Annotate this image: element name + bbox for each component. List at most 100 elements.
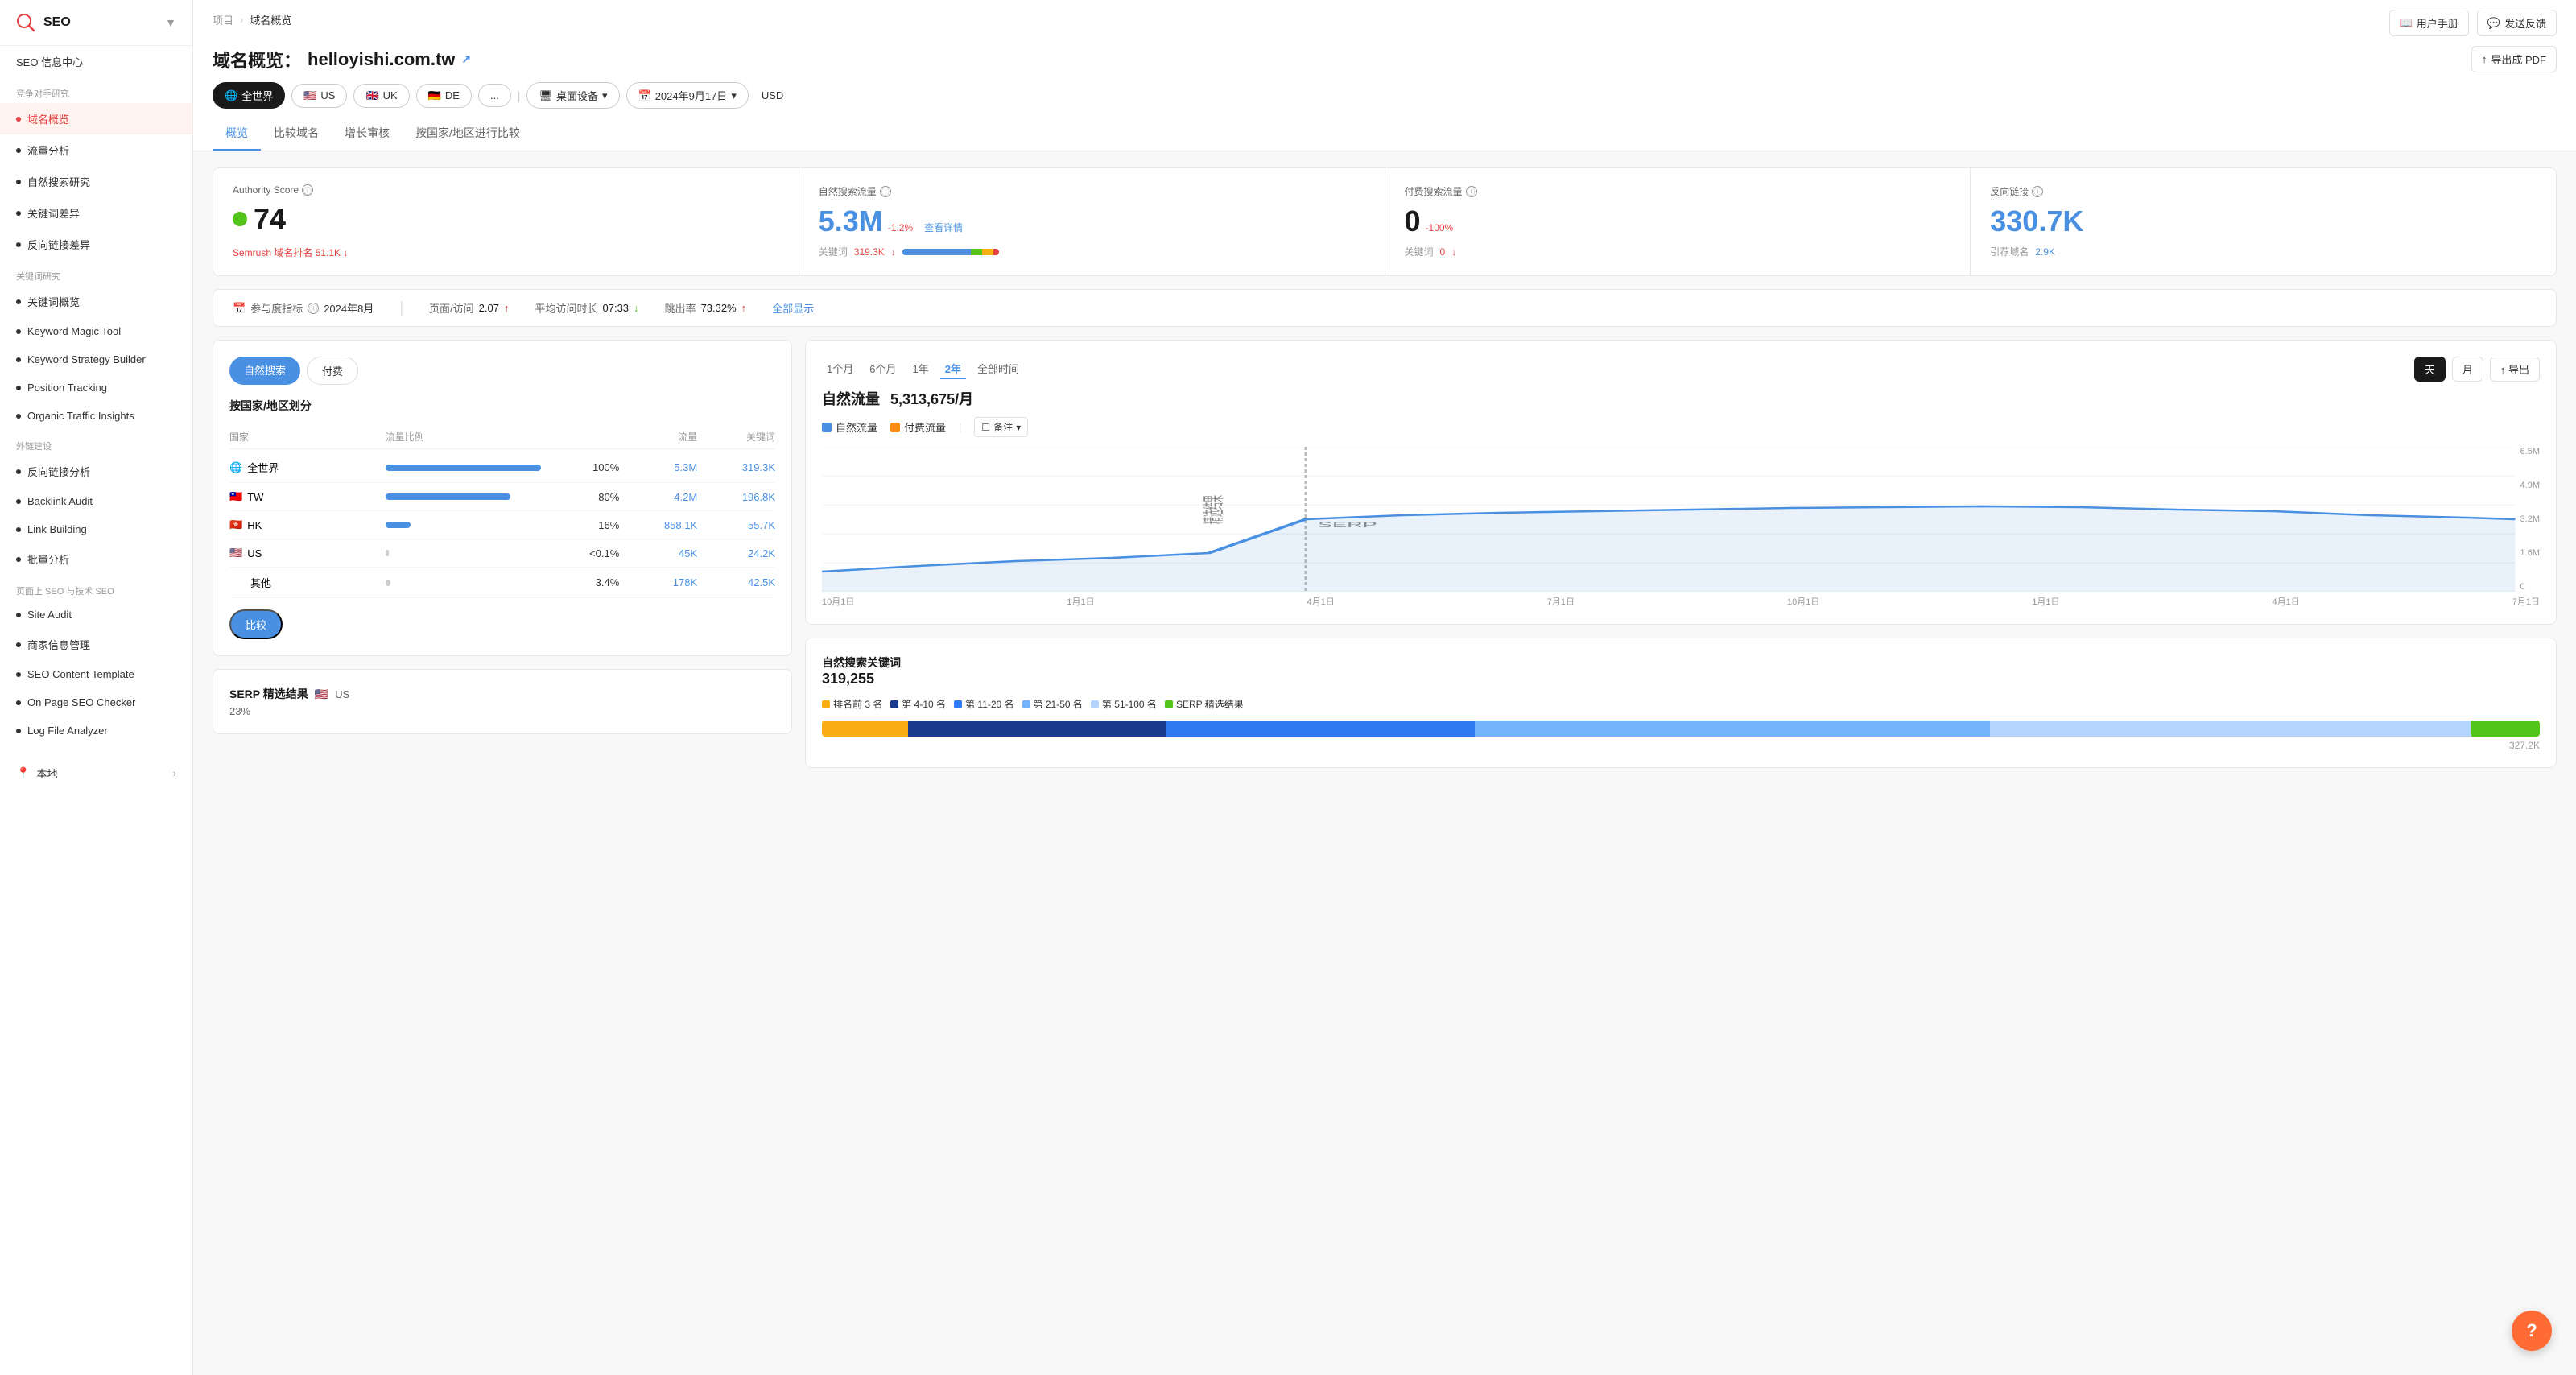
tab-overview[interactable]: 概览: [213, 117, 261, 151]
sidebar-item-backlink-analysis[interactable]: 反向链接分析: [0, 456, 192, 487]
sidebar-item-label: SEO Content Template: [27, 668, 134, 680]
sidebar-item-label: Keyword Magic Tool: [27, 325, 121, 337]
sidebar-item-keyword-overview[interactable]: 关键词概览: [0, 286, 192, 317]
chart-month-button[interactable]: 月: [2452, 357, 2483, 382]
sidebar-item-organic-research[interactable]: 自然搜索研究: [0, 166, 192, 197]
organic-traffic-detail-link[interactable]: 查看详情: [924, 221, 963, 234]
sidebar-item-position-tracking[interactable]: Position Tracking: [0, 374, 192, 402]
pages-per-visit-arrow: ↑: [504, 302, 510, 314]
filter-uk-button[interactable]: 🇬🇧 UK: [353, 84, 409, 108]
main-header: 项目 › 域名概览 📖 用户手册 💬 发送反馈 域名概览： helloyishi…: [193, 0, 2576, 151]
bar-other: [386, 580, 542, 586]
paid-keyword-label: 关键词: [1405, 245, 1434, 258]
legend-separator: |: [959, 421, 961, 433]
table-row: 🌐 全世界 100% 5.3M 319.3K: [229, 452, 775, 483]
sidebar-item-link-building[interactable]: Link Building: [0, 515, 192, 543]
bar-world: [386, 465, 542, 471]
sidebar-item-local[interactable]: 📍 本地 ›: [0, 758, 192, 789]
time-tab-2y[interactable]: 2年: [940, 359, 966, 379]
kw-dot-top4-10: [890, 700, 898, 708]
sidebar-item-organic-traffic-insights[interactable]: Organic Traffic Insights: [0, 402, 192, 430]
traffic-chart: 精选结果 SERP: [822, 447, 2516, 592]
section-label-local: [0, 745, 192, 758]
sidebar-item-log-file-analyzer[interactable]: Log File Analyzer: [0, 716, 192, 745]
sidebar-seo-info[interactable]: SEO 信息中心: [0, 46, 192, 77]
metric-paid-traffic: 付费搜索流量 ⓘ 0 -100% 关键词 0 ↓: [1385, 168, 1971, 275]
sidebar-item-label: On Page SEO Checker: [27, 696, 135, 708]
filter-world-button[interactable]: 🌐 全世界: [213, 82, 285, 109]
calendar-icon2: 📅: [233, 302, 246, 315]
time-tab-6m[interactable]: 6个月: [865, 359, 901, 379]
mini-bar-other: [386, 580, 391, 586]
filter-date-label: 2024年9月17日: [655, 88, 728, 103]
sidebar-item-merchant-info[interactable]: 商家信息管理: [0, 629, 192, 660]
help-button[interactable]: ?: [2512, 1311, 2552, 1351]
sidebar-item-backlink-gap[interactable]: 反向链接差异: [0, 229, 192, 260]
serp-region: US: [335, 688, 349, 700]
filter-more-button[interactable]: ...: [478, 84, 511, 107]
chart-export-button[interactable]: ↑ 导出: [2490, 357, 2540, 382]
paid-keyword-value: 0: [1440, 246, 1446, 258]
filter-us-button[interactable]: 🇺🇸 US: [291, 84, 347, 108]
backlinks-info-icon[interactable]: ⓘ: [2032, 186, 2043, 197]
export-pdf-button[interactable]: ↑ 导出成 PDF: [2471, 46, 2557, 72]
semrush-rank-down-arrow: ↓: [343, 247, 348, 258]
tab-growth[interactable]: 增长审核: [332, 117, 402, 151]
legend-top11-20: 第 11-20 名: [954, 697, 1013, 711]
organic-traffic-info-icon[interactable]: ⓘ: [880, 186, 891, 197]
tab-by-country[interactable]: 按国家/地区进行比较: [402, 117, 533, 151]
sidebar-logo[interactable]: SEO ▼: [0, 0, 192, 46]
time-tab-1y[interactable]: 1年: [907, 359, 933, 379]
authority-score-info-icon[interactable]: ⓘ: [302, 184, 313, 196]
traffic-tab-paid[interactable]: 付费: [307, 357, 358, 385]
traffic-tab-organic[interactable]: 自然搜索: [229, 357, 300, 385]
sidebar-item-dot: [16, 117, 21, 122]
avg-duration-arrow: ↓: [634, 302, 639, 314]
filter-date-button[interactable]: 📅 2024年9月17日 ▾: [626, 82, 749, 109]
sidebar-item-keyword-magic-tool[interactable]: Keyword Magic Tool: [0, 317, 192, 345]
engagement-info-icon[interactable]: ⓘ: [308, 303, 319, 314]
show-all-button[interactable]: 全部显示: [772, 300, 814, 316]
sidebar-item-backlink-audit[interactable]: Backlink Audit: [0, 487, 192, 515]
filter-de-label: DE: [445, 89, 460, 101]
time-tab-1m[interactable]: 1个月: [822, 359, 858, 379]
breadcrumb-parent[interactable]: 项目: [213, 12, 233, 27]
sidebar-item-dot: [16, 700, 21, 705]
filter-de-button[interactable]: 🇩🇪 DE: [416, 84, 472, 108]
x-label-2: 4月1日: [1307, 595, 1335, 608]
tab-compare[interactable]: 比较域名: [261, 117, 332, 151]
keyword-legend: 排名前 3 名 第 4-10 名 第 11-20 名 第 21-50: [822, 697, 2540, 711]
export-icon: ↑: [2482, 53, 2487, 65]
user-manual-button[interactable]: 📖 用户手册: [2389, 10, 2469, 36]
legend-organic: 自然流量: [822, 419, 877, 435]
sidebar-item-domain-overview[interactable]: 域名概览: [0, 103, 192, 134]
notes-button[interactable]: ☐ 备注 ▾: [974, 417, 1028, 437]
y-label-1-6m: 1.6M: [2520, 548, 2540, 558]
globe-icon: 🌐: [225, 89, 237, 102]
sidebar-item-label: 关键词差异: [27, 205, 80, 221]
sidebar-item-seo-content-template[interactable]: SEO Content Template: [0, 660, 192, 688]
sidebar-item-site-audit[interactable]: Site Audit: [0, 601, 192, 629]
flag-de-icon: 🇩🇪: [428, 89, 441, 102]
time-tab-all[interactable]: 全部时间: [972, 359, 1024, 379]
chart-day-button[interactable]: 天: [2414, 357, 2446, 382]
compare-button[interactable]: 比较: [229, 609, 283, 639]
legend-label-top4-10: 第 4-10 名: [902, 697, 946, 711]
kw-bar-top3: [822, 721, 908, 737]
bounce-rate-arrow: ↑: [741, 302, 747, 314]
filter-device-button[interactable]: 🖥 桌面设备 ▾: [526, 82, 619, 109]
sidebar-item-traffic-analysis[interactable]: 流量分析: [0, 134, 192, 166]
kw-bar-top4-10: [908, 721, 1166, 737]
table-row: 其他 3.4% 178K 42.5K: [229, 568, 775, 598]
sidebar-item-keyword-gap[interactable]: 关键词差异: [0, 197, 192, 229]
header-actions: 📖 用户手册 💬 发送反馈: [2389, 10, 2557, 36]
external-link-icon[interactable]: ↗: [461, 52, 471, 66]
sidebar-item-on-page-seo-checker[interactable]: On Page SEO Checker: [0, 688, 192, 716]
sidebar-item-keyword-strategy-builder[interactable]: Keyword Strategy Builder: [0, 345, 192, 374]
send-feedback-button[interactable]: 💬 发送反馈: [2477, 10, 2557, 36]
mini-bar-hk: [386, 522, 411, 528]
sidebar-item-bulk-analysis[interactable]: 批量分析: [0, 543, 192, 575]
traffic-tabs: 自然搜索 付费: [229, 357, 775, 385]
sidebar-item-label: Organic Traffic Insights: [27, 410, 134, 422]
paid-traffic-info-icon[interactable]: ⓘ: [1466, 186, 1477, 197]
